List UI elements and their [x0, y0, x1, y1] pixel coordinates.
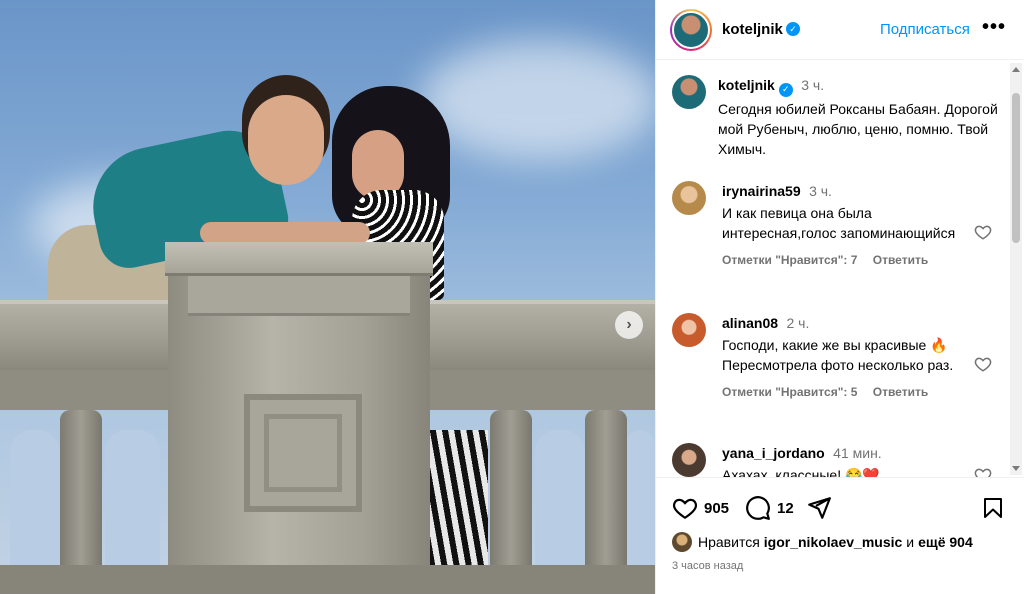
- caption-block: koteljnik ✓ 3 ч. Сегодня юбилей Роксаны Б…: [718, 77, 998, 159]
- comment-text: Господи, какие же вы красивые 🔥Пересмотр…: [722, 337, 954, 373]
- author-username[interactable]: koteljnik: [722, 21, 783, 38]
- verified-badge-icon: ✓: [786, 22, 800, 36]
- post-side-panel: koteljnik ✓ Подписаться ••• koteljnik ✓ 3…: [655, 0, 1024, 594]
- author-avatar-image: [672, 11, 710, 49]
- comment-meta: Отметки "Нравится": 7 Ответить: [722, 253, 962, 267]
- photo-balustrade-opening: [535, 430, 585, 570]
- like-count[interactable]: 905: [704, 500, 729, 517]
- liked-by-middle: и: [906, 534, 915, 550]
- photo-pillar-panel-inner: [264, 414, 342, 492]
- comment-text: И как певица она была интересная,голос з…: [722, 205, 956, 241]
- liked-by-others[interactable]: ещё 904: [918, 534, 973, 550]
- liked-by-prefix: Нравится: [698, 534, 760, 550]
- comments-scrollbar[interactable]: [1010, 63, 1022, 475]
- photo-man-head: [248, 95, 324, 185]
- liker-avatar[interactable]: [672, 532, 692, 552]
- comment-likes-count[interactable]: Отметки "Нравится": 7: [722, 253, 857, 267]
- caption-avatar[interactable]: [672, 75, 706, 109]
- comment-like-heart-icon[interactable]: [974, 466, 992, 477]
- chevron-right-icon: ›: [626, 316, 632, 333]
- photo-woman-legs: [430, 430, 488, 570]
- comment-likes-count[interactable]: Отметки "Нравится": 5: [722, 385, 857, 399]
- comment-time: 2 ч.: [786, 315, 810, 331]
- scrollbar-thumb[interactable]: [1012, 93, 1020, 243]
- photo-arms: [200, 222, 370, 244]
- comment-time: 41 мин.: [833, 445, 882, 461]
- caption-time: 3 ч.: [801, 77, 825, 93]
- photo-pillar-panel: [244, 394, 362, 512]
- verified-badge-icon: ✓: [778, 82, 793, 97]
- post-photo[interactable]: ›: [0, 0, 655, 594]
- comment-username[interactable]: alinan08: [722, 315, 778, 331]
- comment-username[interactable]: irynairina59: [722, 183, 801, 199]
- share-paper-plane-icon[interactable]: [806, 495, 832, 521]
- comment-avatar[interactable]: [672, 181, 706, 215]
- liked-by-row: Нравится igor_nikolaev_music и ещё 904: [672, 532, 973, 552]
- comment-item: irynairina59 3 ч. И как певица она была …: [722, 183, 962, 267]
- photo-pillar-cap-lower: [188, 276, 410, 316]
- comment-reply-button[interactable]: Ответить: [873, 253, 928, 267]
- post-actions: 905 12 Нравится igor_nikolaev_music и ещ…: [656, 477, 1024, 594]
- comment-text: Ахахах, классные! 😂❤️: [722, 467, 880, 477]
- follow-button[interactable]: Подписаться: [880, 21, 970, 38]
- photo-baluster: [60, 410, 102, 570]
- comment-item: yana_i_jordano 41 мин. Ахахах, классные!…: [722, 445, 967, 477]
- comment-meta: Отметки "Нравится": 5 Ответить: [722, 385, 967, 399]
- photo-balustrade-opening: [625, 430, 655, 570]
- comment-count[interactable]: 12: [777, 500, 794, 517]
- author-avatar[interactable]: [670, 9, 712, 51]
- comment-username[interactable]: yana_i_jordano: [722, 445, 825, 461]
- comment-bubble-icon[interactable]: [745, 495, 771, 521]
- comment-like-heart-icon[interactable]: [974, 223, 992, 241]
- liked-by-user[interactable]: igor_nikolaev_music: [764, 534, 903, 550]
- comment-avatar[interactable]: [672, 313, 706, 347]
- comment-like-heart-icon[interactable]: [974, 355, 992, 373]
- photo-cloud: [420, 40, 655, 160]
- like-heart-icon[interactable]: [672, 495, 698, 521]
- post-header: koteljnik ✓ Подписаться •••: [656, 0, 1024, 60]
- photo-balustrade-opening: [10, 430, 60, 570]
- comments-list[interactable]: koteljnik ✓ 3 ч. Сегодня юбилей Роксаны Б…: [656, 61, 1024, 477]
- scroll-up-arrow-icon[interactable]: [1012, 67, 1020, 72]
- photo-pillar-cap: [165, 242, 433, 276]
- scroll-down-arrow-icon[interactable]: [1012, 466, 1020, 471]
- post-timestamp[interactable]: 3 часов назад: [672, 560, 743, 572]
- save-bookmark-icon[interactable]: [981, 495, 1005, 521]
- carousel-next-button[interactable]: ›: [615, 311, 643, 339]
- photo-baluster: [490, 410, 532, 570]
- caption-username[interactable]: koteljnik: [718, 77, 775, 93]
- photo-balustrade-opening: [105, 430, 160, 570]
- caption-text: Сегодня юбилей Роксаны Бабаян. Дорогой м…: [718, 100, 998, 157]
- photo-baluster: [585, 410, 627, 570]
- comment-avatar[interactable]: [672, 443, 706, 477]
- comment-item: alinan08 2 ч. Господи, какие же вы краси…: [722, 315, 967, 399]
- comment-reply-button[interactable]: Ответить: [873, 385, 928, 399]
- photo-balustrade-base: [0, 565, 655, 594]
- more-options-icon[interactable]: •••: [982, 16, 1006, 39]
- comment-time: 3 ч.: [809, 183, 832, 199]
